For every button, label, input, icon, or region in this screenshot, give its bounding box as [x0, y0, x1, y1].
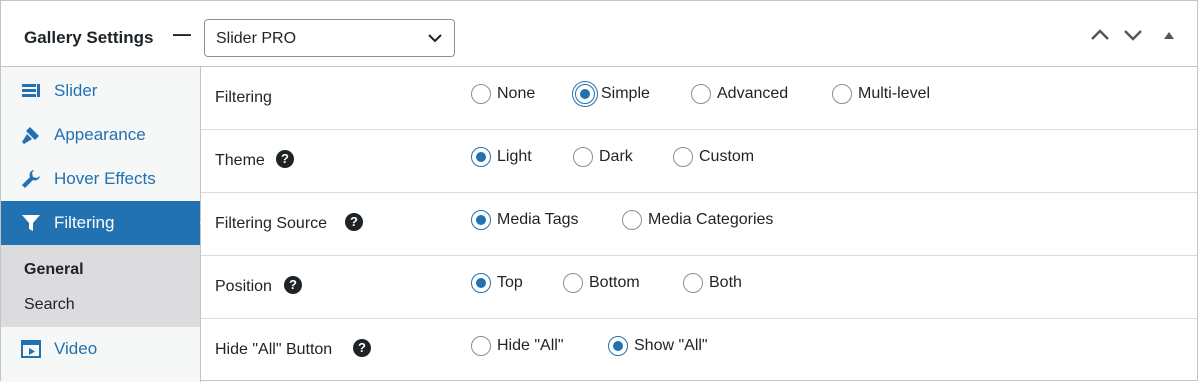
radio-label: None: [497, 85, 536, 102]
move-up-button[interactable]: [1089, 27, 1111, 47]
gallery-type-select[interactable]: Slider PRO: [204, 19, 455, 57]
sidebar-item-hover-effects[interactable]: Hover Effects: [1, 157, 200, 201]
setting-row-filtering: Filtering None Simple Advanced Multi-lev…: [201, 67, 1197, 130]
filter-icon: [22, 215, 40, 231]
panel-header: Gallery Settings — Slider PRO: [1, 1, 1197, 67]
gallery-type-value: Slider PRO: [216, 30, 297, 47]
toggle-panel-button[interactable]: [1162, 27, 1184, 47]
sidebar-item-label: Video: [54, 339, 98, 358]
setting-row-position: Position ? Top Bottom Both: [201, 256, 1197, 319]
radio-label: Hide "All": [497, 337, 564, 354]
gallery-settings-panel: Gallery Settings — Slider PRO Slider App…: [0, 0, 1198, 382]
radio-label: Multi-level: [858, 85, 931, 102]
filtering-submenu: General Search: [1, 245, 200, 327]
setting-label: Filtering Source: [215, 215, 328, 232]
radio-label: Bottom: [589, 274, 640, 291]
setting-label: Position: [215, 278, 272, 295]
setting-row-filtering-source: Filtering Source ? Media Tags Media Cate…: [201, 193, 1197, 256]
setting-label: Theme: [215, 152, 265, 169]
radio-label: Media Categories: [648, 211, 774, 228]
radio-label: Show "All": [634, 337, 708, 354]
radio-button[interactable]: [563, 273, 583, 293]
sidebar-item-label: Hover Effects: [54, 169, 156, 188]
radio-button[interactable]: [471, 273, 491, 293]
chevron-down-icon: [428, 34, 442, 43]
radio-button[interactable]: [691, 84, 711, 104]
sidebar-item-label: Appearance: [54, 125, 146, 144]
radio-button[interactable]: [622, 210, 642, 230]
radio-button[interactable]: [832, 84, 852, 104]
radio-button[interactable]: [683, 273, 703, 293]
setting-label: Hide "All" Button: [215, 341, 333, 358]
help-icon[interactable]: ?: [345, 213, 363, 231]
wrench-icon: [22, 170, 40, 188]
panel-title: Gallery Settings: [24, 28, 154, 47]
sidebar-item-label: Filtering: [54, 213, 115, 232]
sidebar-item-appearance[interactable]: Appearance: [1, 113, 200, 157]
settings-content: Filtering None Simple Advanced Multi-lev…: [201, 67, 1197, 382]
setting-label: Filtering: [215, 89, 272, 106]
sidebar-item-filtering[interactable]: Filtering: [1, 201, 209, 245]
help-icon[interactable]: ?: [353, 339, 371, 357]
chevron-up-icon: [1091, 29, 1109, 40]
radio-button[interactable]: [575, 84, 595, 104]
triangle-up-icon: [1164, 32, 1174, 39]
radio-button[interactable]: [573, 147, 593, 167]
setting-row-hide-all-button: Hide "All" Button ? Hide "All" Show "All…: [201, 319, 1197, 382]
radio-label: Simple: [601, 85, 650, 102]
settings-sidebar: Slider Appearance Hover Effects Filterin…: [1, 67, 209, 382]
submenu-item-search[interactable]: Search: [24, 296, 75, 314]
radio-button[interactable]: [471, 147, 491, 167]
radio-button[interactable]: [471, 84, 491, 104]
help-icon[interactable]: ?: [284, 276, 302, 294]
setting-row-theme: Theme ? Light Dark Custom: [201, 130, 1197, 193]
slider-icon: [22, 84, 40, 97]
radio-label: Dark: [599, 148, 633, 165]
radio-button[interactable]: [471, 210, 491, 230]
radio-button[interactable]: [673, 147, 693, 167]
sidebar-item-label: Slider: [54, 81, 98, 100]
radio-label: Top: [497, 274, 523, 291]
help-icon[interactable]: ?: [276, 150, 294, 168]
sidebar-item-slider[interactable]: Slider: [1, 69, 200, 113]
radio-label: Advanced: [717, 85, 789, 102]
radio-button[interactable]: [608, 336, 628, 356]
radio-label: Both: [709, 274, 742, 291]
brush-icon: [22, 127, 39, 144]
move-down-button[interactable]: [1122, 27, 1144, 47]
radio-label: Custom: [699, 148, 755, 165]
radio-button[interactable]: [471, 336, 491, 356]
chevron-down-icon: [1124, 30, 1142, 41]
title-separator: —: [173, 24, 191, 44]
sidebar-item-video[interactable]: Video: [1, 327, 200, 371]
submenu-item-general[interactable]: General: [24, 261, 84, 279]
video-icon: [21, 340, 41, 358]
radio-label: Light: [497, 148, 532, 165]
radio-label: Media Tags: [497, 211, 579, 228]
